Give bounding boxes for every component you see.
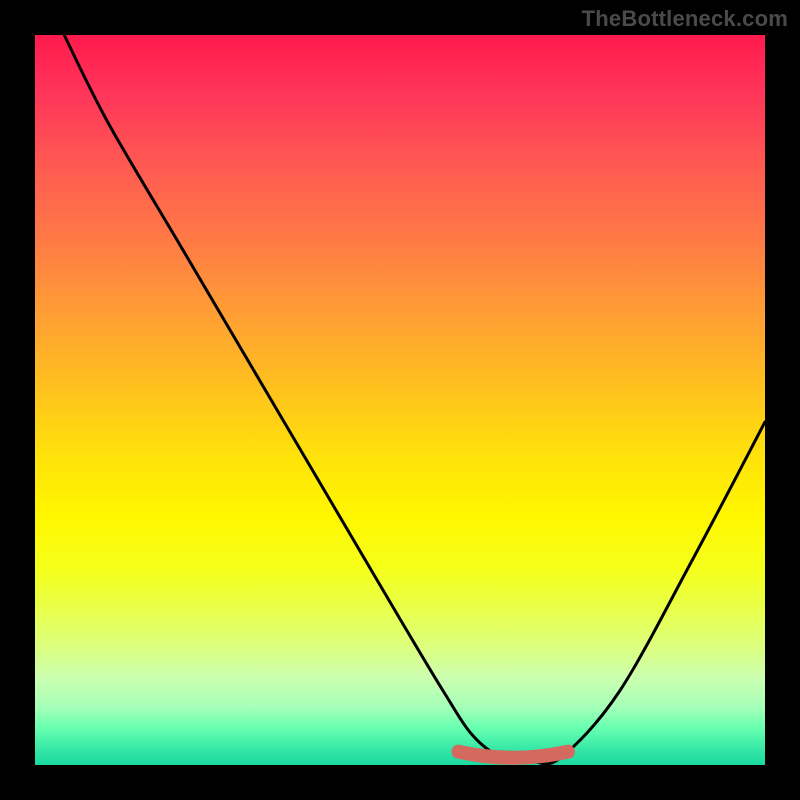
trough-marker (458, 752, 568, 758)
plot-area (35, 35, 765, 765)
chart-frame: TheBottleneck.com (0, 0, 800, 800)
bottleneck-curve-line (64, 35, 765, 764)
chart-svg (35, 35, 765, 765)
watermark-text: TheBottleneck.com (582, 6, 788, 32)
